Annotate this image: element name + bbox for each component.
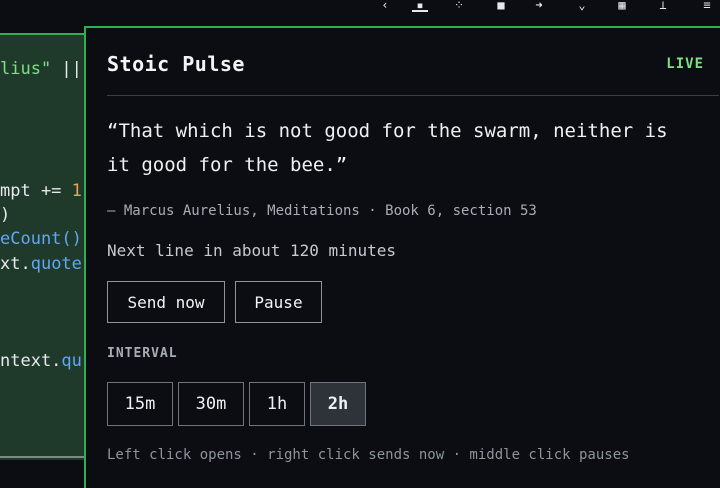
quote-attribution: — Marcus Aurelius, Meditations · Book 6,…: [107, 203, 537, 219]
tray-active-indicator: [412, 10, 428, 12]
code-line: ): [0, 205, 11, 225]
desktop-screen: ‹ ▪ ⁘ ■ ➜ ⌄ ▦ ⊥ ≡ lius" || mpt += 1 ) eC…: [0, 0, 720, 488]
network-icon[interactable]: ⊥: [656, 0, 670, 11]
box-icon[interactable]: ■: [494, 0, 508, 11]
chevron-left-icon[interactable]: ‹: [378, 0, 392, 11]
editor-scrollbar[interactable]: [0, 456, 88, 458]
stoic-pulse-popup[interactable]: Stoic Pulse LIVE “That which is not good…: [84, 26, 720, 488]
quote-text: “That which is not good for the swarm, n…: [107, 120, 668, 176]
tray-active-app-icon[interactable]: ▪: [413, 0, 427, 11]
top-bar: ‹ ▪ ⁘ ■ ➜ ⌄ ▦ ⊥ ≡: [0, 0, 720, 22]
code-line: lius" ||: [0, 59, 82, 79]
usage-hint: Left click opens · right click sends now…: [107, 447, 630, 463]
menu-icon[interactable]: ≡: [700, 0, 714, 11]
code-line: mpt += 1: [0, 181, 82, 201]
arrow-icon[interactable]: ➜: [532, 0, 546, 11]
interval-option-15m[interactable]: 15m: [107, 382, 173, 426]
code-line: eCount(): [0, 229, 82, 249]
grid-icon[interactable]: ▦: [615, 0, 629, 11]
interval-label: INTERVAL: [107, 346, 178, 361]
interval-option-2h-selected[interactable]: 2h: [310, 382, 366, 426]
divider: [107, 95, 719, 96]
code-line: ntext.qu: [0, 351, 82, 371]
next-line-status: Next line in about 120 minutes: [107, 241, 396, 260]
chevron-down-icon[interactable]: ⌄: [575, 0, 589, 11]
dots-icon[interactable]: ⁘: [452, 0, 466, 11]
send-now-button[interactable]: Send now: [107, 281, 225, 323]
pause-button[interactable]: Pause: [235, 281, 322, 323]
interval-option-1h[interactable]: 1h: [249, 382, 305, 426]
code-line: xt.quote: [0, 254, 82, 274]
live-status-badge: LIVE: [666, 56, 704, 72]
code-editor-background: lius" || mpt += 1 ) eCount() xt.quote nt…: [0, 33, 88, 460]
interval-option-30m[interactable]: 30m: [178, 382, 244, 426]
panel-title: Stoic Pulse: [107, 52, 245, 76]
